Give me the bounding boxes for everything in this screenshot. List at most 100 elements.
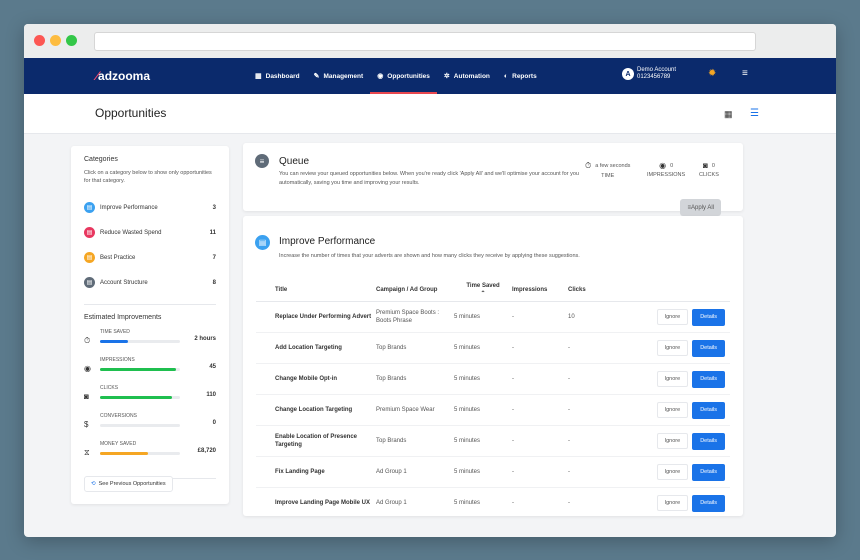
details-button[interactable]: Details — [692, 432, 725, 450]
notification-icon[interactable]: ✹ — [708, 68, 716, 79]
list-view-icon[interactable]: ☰ — [750, 108, 759, 119]
maximize-window-button[interactable] — [66, 35, 77, 46]
category-reduce-wasted-spend[interactable]: ▤ Reduce Wasted Spend 11 — [84, 220, 216, 245]
estimate-conversions: CONVERSIONS $0 — [84, 413, 216, 441]
nav-opportunities[interactable]: ◉ Opportunities — [370, 58, 437, 94]
improve-icon: ▤ — [84, 202, 95, 213]
details-button[interactable]: Details — [692, 494, 725, 512]
category-best-practice[interactable]: ▤ Best Practice 7 — [84, 245, 216, 270]
estimate-clicks: CLICKS ◙ 110 — [84, 385, 216, 413]
details-button[interactable]: Details — [692, 339, 725, 357]
nav-dashboard[interactable]: ▦ Dashboard — [248, 58, 307, 94]
browser-titlebar — [24, 24, 836, 58]
estimate-impressions: IMPRESSIONS ◉ 45 — [84, 357, 216, 385]
table-row: Fix Landing Page Ad Group 1 5 minutes - - Ign… — [256, 457, 730, 488]
apply-all-button[interactable]: ≡ Apply All — [680, 199, 721, 216]
improve-description: Increase the number of times that your a… — [279, 253, 580, 259]
opportunities-table: Title Campaign / Ad Group Time Saved ⌃ Im… — [256, 278, 730, 519]
account-name: Demo Account — [637, 67, 677, 73]
row-title: Change Location Targeting — [275, 407, 353, 413]
dollar-icon: $ — [84, 420, 89, 429]
account-switcher[interactable]: A Demo Account 0123456789 — [622, 67, 676, 81]
estimate-bar — [100, 452, 180, 455]
category-count: 11 — [209, 229, 216, 236]
estimate-bar-fill — [100, 452, 148, 455]
stopwatch-icon: ⏱ — [585, 161, 592, 170]
ignore-button[interactable]: Ignore — [656, 339, 689, 356]
improve-performance-icon: ▤ — [255, 235, 270, 250]
row-impressions: - — [512, 438, 514, 444]
grid-icon: ▦ — [255, 73, 262, 80]
adzooma-logo[interactable]: ⁄adzooma — [96, 69, 150, 83]
column-title[interactable]: Title — [256, 286, 376, 294]
row-title: Change Mobile Opt-in — [275, 376, 337, 382]
queue-description: You can review your queued opportunities… — [279, 171, 579, 186]
nav-reports[interactable]: ◐ Reports — [497, 58, 544, 94]
address-bar[interactable] — [94, 32, 756, 51]
details-button[interactable]: Details — [692, 308, 725, 326]
improve-title: Improve Performance — [279, 236, 376, 247]
see-previous-button[interactable]: ⟲ See Previous Opportunities — [84, 476, 173, 492]
minimize-window-button[interactable] — [50, 35, 61, 46]
row-impressions: - — [512, 376, 514, 382]
details-button[interactable]: Details — [692, 463, 725, 481]
menu-icon[interactable]: ≡ — [742, 68, 748, 79]
ignore-button[interactable]: Ignore — [656, 432, 689, 449]
column-time-saved[interactable]: Time Saved ⌃ — [454, 282, 512, 298]
category-account-structure[interactable]: ▤ Account Structure 8 — [84, 270, 216, 295]
row-campaign: Top Brands — [376, 438, 407, 444]
details-button[interactable]: Details — [692, 370, 725, 388]
queue-time-stat: ⏱ a few seconds TIME — [585, 161, 631, 179]
category-improve-performance[interactable]: ▤ Improve Performance 3 — [84, 195, 216, 220]
ignore-button[interactable]: Ignore — [656, 463, 689, 480]
best-practice-icon: ▤ — [84, 252, 95, 263]
column-campaign[interactable]: Campaign / Ad Group — [376, 286, 454, 294]
row-time-saved: 5 minutes — [454, 345, 481, 351]
grid-view-icon[interactable]: ▦ — [724, 109, 733, 120]
wasted-spend-icon: ▤ — [84, 227, 95, 238]
table-row: Replace Under Performing Advert Premium S… — [256, 302, 730, 333]
chart-icon: ◐ — [503, 72, 509, 80]
row-campaign: Ad Group 1 — [376, 469, 407, 475]
categories-sidebar: Categories Click on a category below to … — [71, 146, 229, 504]
eye-icon: ◉ — [84, 364, 91, 373]
close-window-button[interactable] — [34, 35, 45, 46]
column-impressions[interactable]: Impressions — [512, 287, 568, 293]
ignore-button[interactable]: Ignore — [656, 308, 689, 325]
row-title: Replace Under Performing Advert — [275, 314, 372, 320]
details-button[interactable]: Details — [692, 401, 725, 419]
table-row: Change Location Targeting Premium Space W… — [256, 395, 730, 426]
estimate-value: 0 — [212, 420, 216, 426]
ignore-button[interactable]: Ignore — [656, 494, 689, 511]
estimate-label: TIME SAVED — [100, 329, 130, 335]
row-campaign: Top Brands — [376, 376, 407, 382]
queue-clicks-stat: ◙ 0 CLICKS — [699, 161, 719, 178]
account-id: 0123456789 — [637, 74, 671, 80]
estimated-improvements-title: Estimated Improvements — [84, 314, 162, 321]
queue-title: Queue — [279, 156, 310, 167]
row-title: Add Location Targeting — [275, 345, 342, 351]
money-off-icon: ⧖ — [84, 448, 90, 457]
nav-automation[interactable]: ✲ Automation — [437, 58, 497, 94]
table-row: Add Location Targeting Top Brands 5 minute… — [256, 333, 730, 364]
estimate-bar — [100, 424, 180, 427]
nav-management[interactable]: ✎ Management — [307, 58, 371, 94]
stopwatch-icon: ⏱ — [84, 336, 91, 345]
ignore-button[interactable]: Ignore — [656, 370, 689, 387]
top-navbar: ⁄adzooma ▦ Dashboard ✎ Management ◉ Opportu… — [24, 58, 836, 94]
queue-icon: ≡ — [255, 154, 269, 168]
row-title: Improve Landing Page Mobile UX — [275, 500, 371, 506]
history-icon: ⟲ — [91, 481, 96, 487]
table-row: Improve Landing Page Mobile UX Ad Group 1… — [256, 488, 730, 519]
row-clicks: - — [568, 438, 570, 444]
estimate-money-saved: MONEY SAVED ⧖ £8,720 — [84, 441, 216, 469]
estimate-bar — [100, 368, 180, 371]
row-campaign: Ad Group 1 — [376, 500, 407, 506]
ignore-button[interactable]: Ignore — [656, 401, 689, 418]
category-count: 7 — [212, 254, 216, 261]
mouse-icon: ◙ — [84, 392, 89, 401]
row-time-saved: 5 minutes — [454, 376, 481, 382]
categories-title: Categories — [84, 156, 118, 163]
page-header: Opportunities ▦ ☰ — [24, 94, 836, 134]
column-clicks[interactable]: Clicks — [568, 287, 638, 293]
